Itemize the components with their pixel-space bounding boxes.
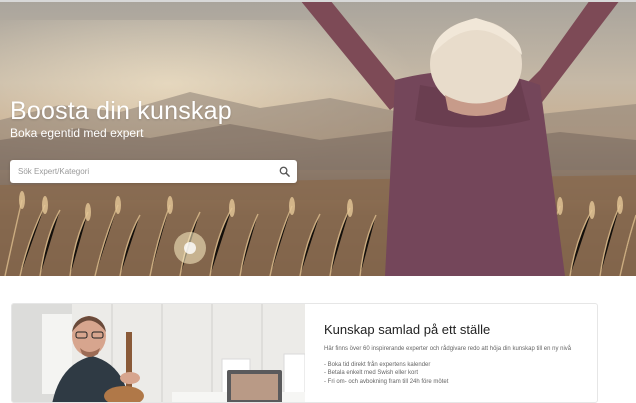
feature-list: - Boka tid direkt från expertens kalende… xyxy=(324,361,592,387)
feature-card: Kunskap samlad på ett ställe Här finns ö… xyxy=(11,303,598,403)
expert-photo-illustration xyxy=(12,304,305,402)
feature-content: Kunskap samlad på ett ställe Här finns ö… xyxy=(324,322,592,386)
expert-photo xyxy=(12,304,305,402)
hero-subtitle: Boka egentid med expert xyxy=(10,126,144,140)
feature-title: Kunskap samlad på ett ställe xyxy=(324,322,491,337)
list-item: - Fri om- och avbokning fram till 24h fö… xyxy=(324,378,449,385)
list-item: - Boka tid direkt från expertens kalende… xyxy=(324,361,431,368)
search-icon[interactable] xyxy=(279,166,290,177)
search-bar xyxy=(10,160,297,183)
list-item: - Betala enkelt med Swish eller kort xyxy=(324,370,419,376)
search-input[interactable] xyxy=(10,160,270,183)
hero-banner: Boosta din kunskap Boka egentid med expe… xyxy=(0,0,636,276)
top-border xyxy=(0,0,636,2)
hero-title: Boosta din kunskap xyxy=(10,97,232,125)
feature-description: Här finns över 60 inspirerande experter … xyxy=(324,346,572,352)
